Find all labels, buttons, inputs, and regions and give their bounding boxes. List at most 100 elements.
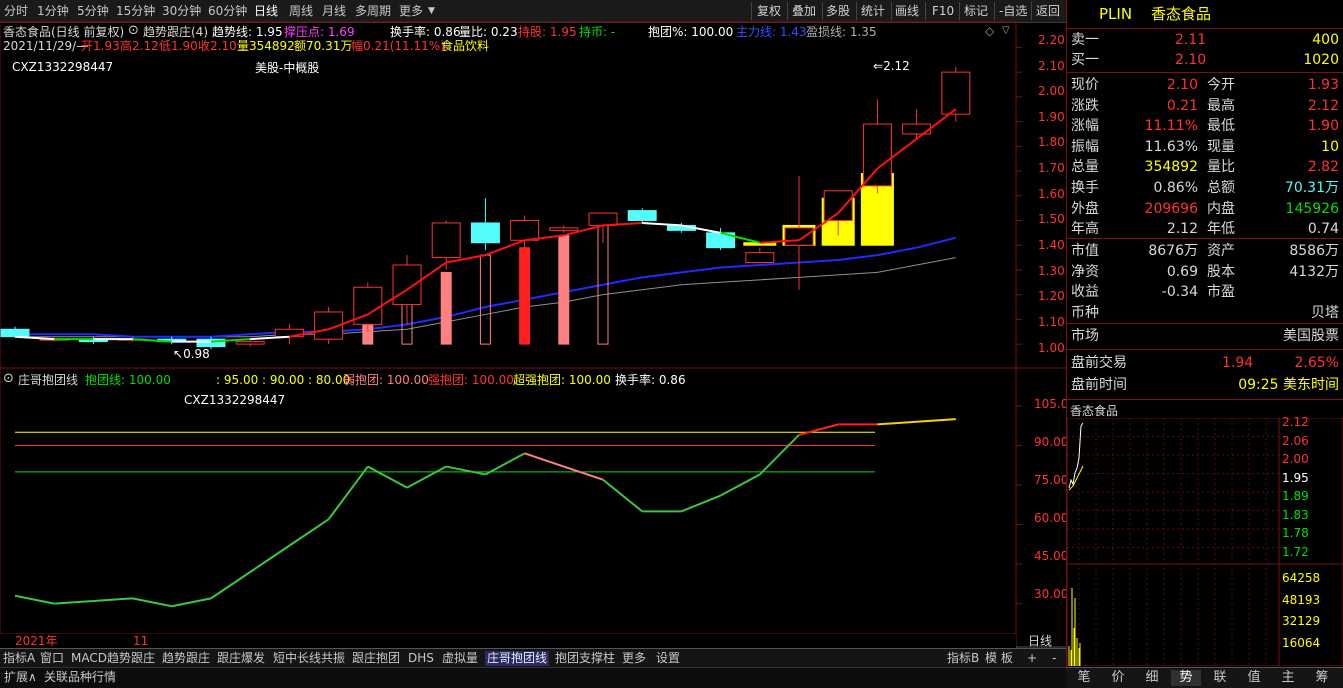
tab-follow-baotuan[interactable]: 跟庄抱团 — [350, 651, 402, 666]
candle-body — [862, 123, 892, 187]
mini-volume-tick: 32129 — [1282, 614, 1321, 628]
tab-zhuangge-baotuan[interactable]: 庄哥抱团线 — [485, 651, 550, 666]
price-tick: 1.00 — [1038, 341, 1065, 355]
quote-panel: PLIN 香态食品 卖一 2.11 400 买一 2.10 1020 现价 2.1… — [1066, 0, 1343, 687]
tab-window[interactable]: 窗口 — [38, 651, 66, 666]
fund-label: 资产 — [1207, 243, 1235, 259]
quote-label: 今开 — [1207, 77, 1235, 93]
high-marker: ⇐2.12 — [873, 59, 910, 73]
time-year: 2021年 — [15, 634, 58, 648]
tab-indicator-b[interactable]: 指标B — [945, 651, 981, 666]
osc-segment — [720, 473, 761, 497]
lower-indicator-name[interactable]: 庄哥抱团线 — [18, 373, 78, 387]
rtab-price[interactable]: 价 — [1103, 670, 1133, 686]
fund-row: 收益 -0.34 市盈 — [1067, 283, 1343, 302]
tab-follow-burst[interactable]: 跟庄爆发 — [215, 651, 267, 666]
rtab-chips[interactable]: 筹 — [1307, 670, 1337, 686]
market-value: 美国股票 — [1283, 328, 1339, 344]
fund-row: 净资 0.69 股本 4132万 — [1067, 263, 1343, 282]
tab-resonance[interactable]: 短中长线共振 — [271, 651, 347, 666]
tab-indicator-a[interactable]: 指标A — [1, 651, 37, 666]
fund-label: 收益 — [1071, 284, 1099, 301]
fund-row: 市值 8676万 资产 8586万 — [1067, 242, 1343, 261]
osc-segment — [132, 597, 172, 608]
extension-bar: 扩展∧ 关联品种行情 — [0, 667, 1066, 688]
mini-price-tick: 1.95 — [1282, 470, 1309, 485]
quote-row: 现价 2.10 今开 1.93 — [1067, 76, 1343, 95]
osc-segment — [249, 544, 290, 573]
premarket-price: 1.94 — [1222, 355, 1254, 371]
tab-macd-trend[interactable]: MACD趋势跟庄 — [69, 651, 157, 666]
quote-row: 涨跌 0.21 最高 2.12 — [1067, 97, 1343, 116]
time-axis — [0, 634, 1016, 648]
expand-button[interactable]: 扩展∧ — [2, 670, 39, 685]
quote-row: 年高 2.12 年低 0.74 — [1067, 220, 1343, 239]
fund-value: 4132万 — [1289, 263, 1339, 280]
rtab-value[interactable]: 值 — [1239, 670, 1269, 686]
rtab-link[interactable]: 联 — [1205, 670, 1235, 686]
bid-volume: 1020 — [1303, 52, 1339, 68]
related-quotes-button[interactable]: 关联品种行情 — [42, 670, 118, 685]
osc-segment — [446, 465, 486, 476]
quote-label: 现量 — [1207, 138, 1235, 155]
price-tick: 1.20 — [1038, 289, 1065, 303]
premarket-row: 盘前交易 1.94 2.65% — [1067, 354, 1343, 373]
price-tick: 2.20 — [1038, 33, 1065, 47]
osc-segment — [171, 597, 212, 608]
time-month: 11 — [133, 634, 149, 648]
osc-segment — [14, 594, 55, 605]
high-marker-value: 2.12 — [883, 59, 910, 73]
rtab-detail[interactable]: 细 — [1137, 670, 1167, 686]
pnl-line — [15, 257, 956, 338]
osc-tick: 30.00 — [1034, 587, 1069, 601]
tab-trend-follow[interactable]: 趋势跟庄 — [160, 651, 212, 666]
quote-value: 2.12 — [1166, 221, 1198, 238]
mini-price-line — [1068, 422, 1084, 489]
price-tick: 1.40 — [1038, 238, 1065, 252]
quote-label: 量比 — [1207, 159, 1235, 176]
price-tick: 2.10 — [1038, 59, 1065, 73]
zoom-out-button[interactable]: - — [1050, 651, 1058, 666]
support-pillar — [440, 271, 452, 345]
quote-label: 总额 — [1207, 180, 1235, 196]
bid-row: 买一 2.10 1020 — [1067, 51, 1343, 70]
tab-template[interactable]: 模 板 — [983, 651, 1015, 666]
tab-support-pillar[interactable]: 抱团支撑柱 — [553, 651, 617, 666]
quote-label: 内盘 — [1207, 200, 1235, 217]
tab-settings[interactable]: 设置 — [654, 651, 682, 666]
osc-segment — [406, 465, 447, 489]
price-tick: 1.50 — [1038, 212, 1065, 226]
lower-dropdown-icon[interactable]: ⊙ — [3, 372, 14, 386]
quote-label: 最低 — [1207, 118, 1235, 135]
strong-baotuan-value: 强抱团: 100.00 — [428, 373, 514, 387]
osc-segment — [916, 418, 956, 423]
rtab-bi[interactable]: 笔 — [1069, 670, 1099, 686]
support-pillar — [479, 254, 491, 345]
quote-value: 11.11% — [1144, 118, 1198, 135]
price-tick: 1.30 — [1038, 264, 1065, 278]
osc-segment — [93, 597, 133, 602]
quote-value: 2.12 — [1307, 97, 1339, 114]
baotuan-line-value: 抱团线: 100.00 — [85, 373, 171, 387]
premarket-pct: 2.65% — [1294, 355, 1339, 371]
tab-dhs[interactable]: DHS — [406, 651, 436, 666]
quote-symbol: PLIN — [1099, 5, 1133, 23]
quote-value: 11.63% — [1144, 138, 1198, 155]
period-indicator: 日线 — [1028, 634, 1053, 648]
rtab-main[interactable]: 主 — [1273, 670, 1303, 686]
low-marker-value: 0.98 — [183, 347, 210, 361]
zoom-in-button[interactable]: + — [1025, 651, 1039, 666]
rtab-trend[interactable]: 势 — [1171, 670, 1201, 686]
fund-value: 0.69 — [1166, 263, 1198, 280]
quote-label: 年高 — [1071, 221, 1099, 238]
tab-more[interactable]: 更多 — [620, 651, 648, 666]
quote-value: 2.10 — [1166, 77, 1198, 93]
tab-virtual-volume[interactable]: 虚拟量 — [440, 651, 480, 666]
market-label: 市场 — [1071, 328, 1099, 344]
chart-frame — [0, 21, 1066, 648]
quote-row: 外盘 209696 内盘 145926 — [1067, 200, 1343, 219]
quote-value: 0.74 — [1307, 221, 1339, 238]
osc-segment — [877, 420, 917, 426]
quote-label: 振幅 — [1071, 138, 1099, 155]
kline-chart[interactable] — [0, 0, 1066, 648]
